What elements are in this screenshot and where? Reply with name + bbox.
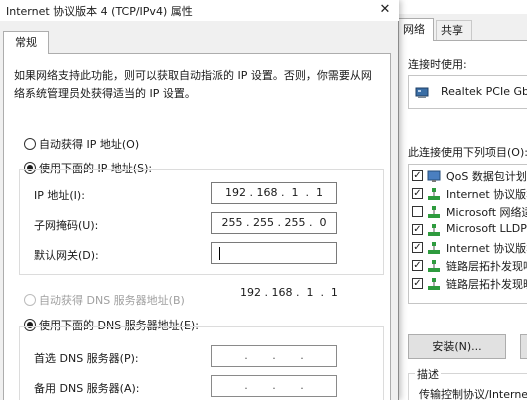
default-gateway-label: 默认网关(D): [34, 249, 99, 262]
auto-dns-radio[interactable] [24, 294, 36, 306]
component-checkbox[interactable]: ✓ [412, 242, 423, 253]
list-item[interactable]: ✓ Internet 协议版本 [409, 185, 527, 203]
list-item[interactable]: ✓ 链路层拓扑发现映 [409, 275, 527, 293]
components-list[interactable]: ✓ QoS 数据包计划程 ✓ Internet 协议版本 Microsoft 网… [408, 164, 527, 304]
auto-ip-radio[interactable] [24, 138, 36, 150]
uninstall-button[interactable] [520, 334, 527, 359]
tab-sharing[interactable]: 共享 [436, 20, 472, 40]
description-text: 传输控制协议/Internet [419, 388, 527, 400]
component-label: Microsoft LLDP [446, 222, 527, 235]
close-button[interactable]: ✕ [372, 0, 398, 21]
component-checkbox[interactable]: ✓ [412, 170, 423, 181]
intro-text: 如果网络支持此功能，则可以获取自动指派的 IP 设置。否则，你需要从网 络系统管… [14, 67, 384, 103]
intro-line-1: 如果网络支持此功能，则可以获取自动指派的 IP 设置。否则，你需要从网 [14, 69, 372, 82]
description-group: 描述 传输控制协议/Internet [408, 366, 527, 400]
dns-settings-group: 首选 DNS 服务器(P): . . . 备用 DNS 服务器(A): . . … [19, 326, 384, 400]
adapter-properties-window: 网络 共享 连接时使用: Realtek PCIe GbE 此连接使用下列项目(… [393, 0, 527, 400]
dialog-titlebar: Internet 协议版本 4 (TCP/IPv4) 属性 ✕ [0, 0, 399, 21]
auto-ip-label: 自动获得 IP 地址(O) [39, 138, 140, 151]
general-panel: 如果网络支持此功能，则可以获取自动指派的 IP 设置。否则，你需要从网 络系统管… [3, 53, 391, 400]
protocol-icon [428, 188, 440, 200]
auto-ip-option[interactable]: 自动获得 IP 地址(O) [24, 136, 139, 152]
adapter-tabs: 网络 共享 [394, 18, 527, 41]
default-gateway-field[interactable]: 192 . 168 . 1 . 1 [211, 242, 338, 299]
list-item[interactable]: ✓ Internet 协议版本 [409, 239, 527, 257]
list-item[interactable]: ✓ Microsoft LLDP [409, 221, 527, 239]
default-gateway-value: 192 . 168 . 1 . 1 [239, 286, 338, 299]
ip-address-field[interactable]: 192 . 168 . 1 . 1 [211, 182, 337, 204]
component-label: 链路层拓扑发现映 [446, 278, 527, 291]
subnet-mask-label: 子网掩码(U): [34, 219, 99, 232]
adapter-name: Realtek PCIe GbE [441, 85, 527, 98]
adapter-panel: 连接时使用: Realtek PCIe GbE 此连接使用下列项目(O): ✓ … [394, 40, 527, 400]
tab-general[interactable]: 常规 [3, 31, 49, 54]
connect-using-label: 连接时使用: [408, 58, 467, 71]
component-checkbox[interactable]: ✓ [412, 260, 423, 271]
alternate-dns-label: 备用 DNS 服务器(A): [34, 382, 140, 395]
preferred-dns-label: 首选 DNS 服务器(P): [34, 352, 139, 365]
component-label: Internet 协议版本 [446, 188, 527, 201]
auto-dns-option[interactable]: 自动获得 DNS 服务器地址(B) [24, 292, 185, 308]
list-item[interactable]: ✓ QoS 数据包计划程 [409, 167, 527, 185]
component-label: 链路层拓扑发现响 [446, 260, 527, 273]
tab-network[interactable]: 网络 [394, 18, 434, 41]
adapter-box: Realtek PCIe GbE [408, 75, 527, 109]
component-label: Microsoft 网络适 [446, 206, 527, 219]
qos-icon [427, 170, 441, 182]
component-label: Internet 协议版本 [446, 242, 527, 255]
list-item[interactable]: Microsoft 网络适 [409, 203, 527, 221]
protocol-icon [428, 242, 440, 254]
install-button[interactable]: 安装(N)... [408, 334, 506, 359]
network-adapter-icon [415, 87, 429, 98]
protocol-icon [428, 206, 440, 218]
auto-dns-label: 自动获得 DNS 服务器地址(B) [39, 294, 185, 307]
close-icon: ✕ [379, 2, 391, 17]
preferred-dns-field[interactable]: . . . [211, 345, 337, 367]
protocol-icon [428, 224, 440, 236]
protocol-icon [428, 278, 440, 290]
component-label: QoS 数据包计划程 [446, 170, 527, 183]
component-checkbox[interactable]: ✓ [412, 278, 423, 289]
list-item[interactable]: ✓ 链路层拓扑发现响 [409, 257, 527, 275]
adapter-window-titlebar [394, 0, 527, 14]
ip-settings-group: IP 地址(I): 192 . 168 . 1 . 1 子网掩码(U): 255… [19, 169, 384, 299]
protocol-icon [428, 260, 440, 272]
component-checkbox[interactable]: ✓ [412, 224, 423, 235]
component-checkbox[interactable] [412, 206, 423, 217]
components-label: 此连接使用下列项目(O): [408, 146, 527, 159]
ip-address-label: IP 地址(I): [34, 189, 85, 202]
dialog-title: Internet 协议版本 4 (TCP/IPv4) 属性 [6, 5, 193, 18]
subnet-mask-field[interactable]: 255 . 255 . 255 . 0 [211, 212, 337, 234]
ipv4-properties-dialog: Internet 协议版本 4 (TCP/IPv4) 属性 ✕ 常规 如果网络支… [0, 0, 399, 400]
text-caret [219, 247, 220, 260]
alternate-dns-field[interactable]: . . . [211, 375, 337, 397]
intro-line-2: 络系统管理员处获得适当的 IP 设置。 [14, 87, 196, 100]
description-title: 描述 [415, 366, 441, 382]
component-checkbox[interactable]: ✓ [412, 188, 423, 199]
